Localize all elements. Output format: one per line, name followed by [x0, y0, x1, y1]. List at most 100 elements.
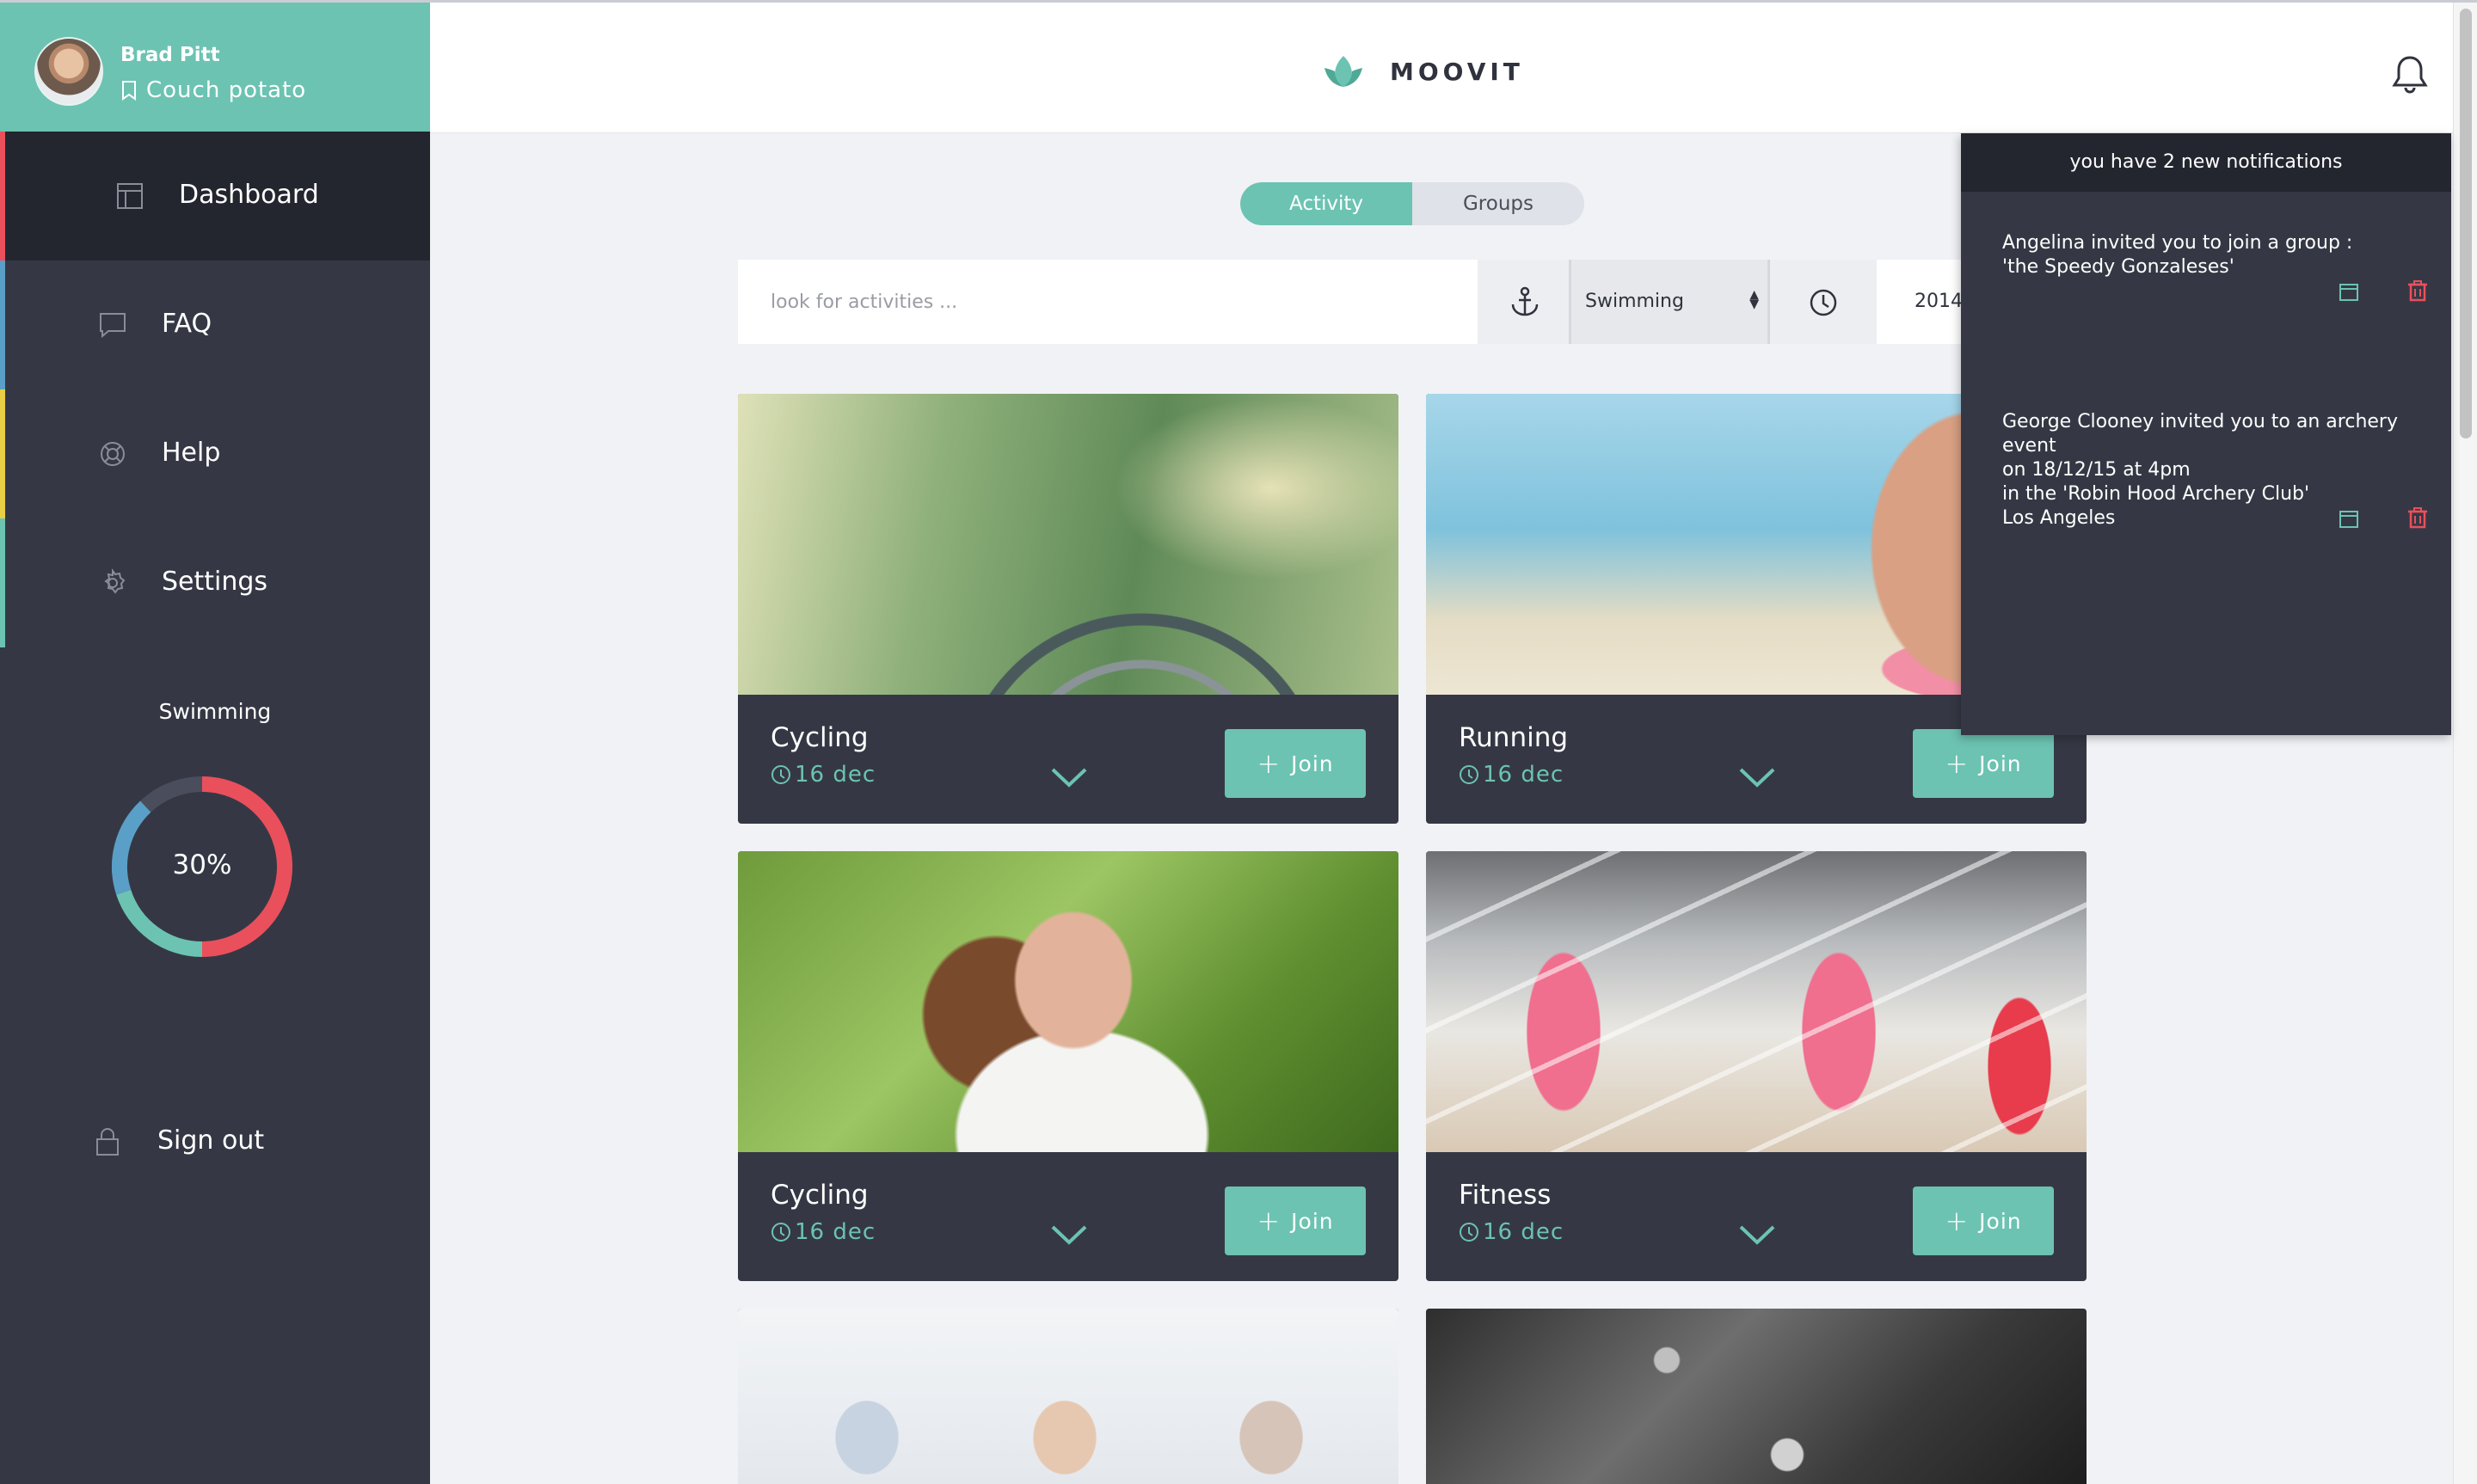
sign-out-label: Sign out — [157, 1125, 265, 1156]
activity-title: Cycling — [771, 722, 869, 753]
dashboard-icon — [117, 183, 143, 209]
join-label: Join — [1291, 751, 1334, 776]
sport-select-value: Swimming — [1585, 291, 1684, 312]
notification-panel: you have 2 new notifications Angelina in… — [1961, 133, 2451, 735]
activity-photo — [738, 394, 1398, 695]
clock-icon — [771, 1223, 790, 1242]
sidebar-item-label: Settings — [162, 567, 268, 597]
sidebar-item-dashboard[interactable]: Dashboard — [0, 132, 430, 261]
lifebuoy-icon — [101, 442, 125, 466]
activity-date-label: 16 dec — [795, 762, 876, 788]
nav-accent-bar — [0, 261, 5, 389]
profile-status: Couch potato — [120, 77, 306, 103]
view-toggle: Activity Groups — [1240, 182, 1584, 225]
join-button[interactable]: + Join — [1225, 729, 1366, 798]
join-button[interactable]: + Join — [1913, 1187, 2054, 1255]
bell-icon[interactable] — [2391, 54, 2429, 94]
sidebar: Brad Pitt Couch potato Dashboard FAQ Hel… — [0, 3, 430, 1484]
notification-line: George Clooney invited you to an archery… — [2002, 411, 2398, 457]
avatar[interactable] — [34, 37, 103, 106]
chevron-down-icon[interactable] — [1049, 765, 1089, 789]
date-input-value[interactable]: 2014 — [1915, 291, 1963, 312]
activity-title: Fitness — [1459, 1180, 1552, 1211]
notification-line: in the 'Robin Hood Archery Club' — [2002, 483, 2310, 505]
activity-title: Running — [1459, 722, 1569, 753]
progress-value: 30% — [172, 849, 232, 880]
brand-logo[interactable]: MOOVIT — [1321, 49, 1524, 94]
nav-accent-bar — [0, 132, 5, 261]
chevron-down-icon[interactable] — [1737, 1223, 1777, 1247]
plus-icon: + — [1257, 1205, 1282, 1237]
join-label: Join — [1979, 1208, 2022, 1234]
tab-activity[interactable]: Activity — [1240, 182, 1412, 225]
activity-date: 16 dec — [1459, 1219, 1564, 1245]
activity-title: Cycling — [771, 1180, 869, 1211]
nav-accent-bar — [0, 518, 5, 647]
sidebar-item-faq[interactable]: FAQ — [0, 261, 430, 389]
notification-line: Los Angeles — [2002, 507, 2116, 529]
select-arrows-icon: ▲ ▼ — [1749, 288, 1759, 311]
activity-date: 16 dec — [1459, 762, 1564, 788]
calendar-icon[interactable] — [2336, 506, 2362, 532]
nav-accent-bar — [0, 389, 5, 518]
brand-name: MOOVIT — [1390, 57, 1524, 86]
plus-icon: + — [1945, 1205, 1970, 1237]
activity-date: 16 dec — [771, 1219, 876, 1245]
search-bar: Swimming ▲▼ 2014 — [738, 260, 2114, 344]
top-header: MOOVIT — [430, 3, 2453, 133]
donut-segment-dark — [140, 776, 203, 813]
sidebar-item-label: FAQ — [162, 309, 212, 339]
profile-header[interactable]: Brad Pitt Couch potato — [0, 3, 430, 132]
tab-groups[interactable]: Groups — [1412, 182, 1584, 225]
plus-icon: + — [1257, 747, 1282, 780]
activity-photo — [1426, 851, 2087, 1152]
activity-photo — [738, 1309, 1398, 1484]
chevron-down-icon[interactable] — [1737, 765, 1777, 789]
bookmark-icon — [122, 81, 136, 101]
trash-icon[interactable] — [2405, 505, 2431, 530]
stat-title: Swimming — [158, 699, 272, 724]
notification-header: you have 2 new notifications — [1961, 133, 2451, 192]
search-input[interactable] — [738, 260, 1478, 344]
notification-item: Angelina invited you to join a group : '… — [2002, 231, 2432, 279]
activity-date: 16 dec — [771, 762, 876, 788]
sidebar-item-label: Dashboard — [179, 180, 319, 210]
sidebar-item-settings[interactable]: Settings — [0, 518, 430, 647]
activity-card[interactable] — [1426, 1309, 2087, 1484]
trash-icon[interactable] — [2405, 278, 2431, 304]
scrollbar-thumb[interactable] — [2460, 9, 2472, 438]
donut-segment-teal — [116, 889, 203, 957]
notification-line: Angelina invited you to join a group : — [2002, 232, 2353, 254]
join-button[interactable]: + Join — [1225, 1187, 1366, 1255]
sidebar-item-label: Help — [162, 438, 221, 468]
activity-card[interactable]: Cycling 16 dec + Join — [738, 394, 1398, 824]
clock-icon — [1810, 289, 1837, 316]
clock-icon — [771, 765, 790, 784]
join-label: Join — [1979, 751, 2022, 776]
activity-card[interactable] — [738, 1309, 1398, 1484]
notification-line: on 18/12/15 at 4pm — [2002, 459, 2191, 481]
chevron-down-icon[interactable] — [1049, 1223, 1089, 1247]
clock-icon — [1460, 1223, 1478, 1242]
profile-status-label: Couch potato — [146, 77, 307, 103]
lotus-logo-icon — [1325, 56, 1362, 87]
sign-out-button[interactable]: Sign out — [0, 1077, 430, 1206]
calendar-icon[interactable] — [2336, 279, 2362, 305]
join-label: Join — [1291, 1208, 1334, 1234]
sport-select[interactable]: Swimming ▲ ▼ — [1569, 260, 1770, 344]
lock-icon — [96, 1128, 119, 1156]
join-button[interactable]: + Join — [1913, 729, 2054, 798]
activity-date-label: 16 dec — [795, 1219, 876, 1245]
profile-name: Brad Pitt — [120, 44, 220, 66]
activity-photo — [1426, 1309, 2087, 1484]
notification-item: George Clooney invited you to an archery… — [2002, 410, 2432, 530]
chat-bubble-icon — [100, 313, 126, 339]
gear-icon — [104, 568, 126, 594]
notification-line: 'the Speedy Gonzaleses' — [2002, 256, 2234, 278]
activity-photo — [738, 851, 1398, 1152]
plus-icon: + — [1945, 747, 1970, 780]
clock-icon — [1460, 765, 1478, 784]
activity-card[interactable]: Cycling 16 dec + Join — [738, 851, 1398, 1281]
sidebar-item-help[interactable]: Help — [0, 389, 430, 518]
activity-card[interactable]: Fitness 16 dec + Join — [1426, 851, 2087, 1281]
